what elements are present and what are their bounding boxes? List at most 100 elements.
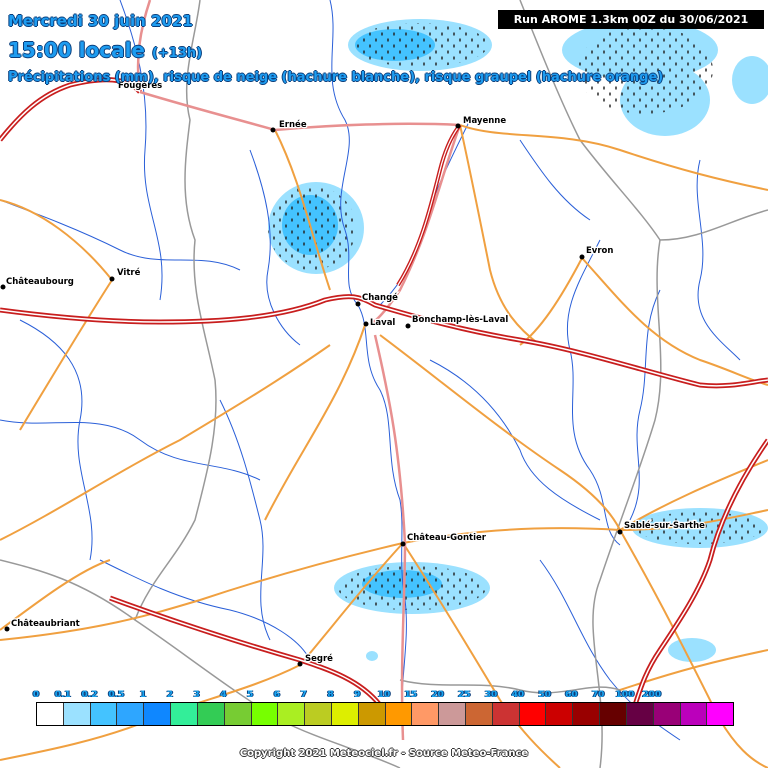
legend-swatch [519,703,547,725]
legend-tick-label: 8 [327,690,334,700]
city-dot [355,301,361,307]
legend-swatch [546,703,574,725]
river [519,139,591,221]
legend-tick-label: 15 [404,690,418,700]
road [379,334,621,531]
legend-tick-label: 25 [458,690,471,700]
river [696,159,741,361]
city-dot [455,123,461,129]
road [459,124,541,346]
legend-swatch [117,703,145,725]
river [0,199,241,271]
legend-swatch [251,703,279,725]
legend-swatch [37,703,64,725]
precip-zone [732,56,768,104]
legend-tick-label: 3 [193,690,200,700]
legend-tick-label: 2 [166,690,173,700]
city-label: Evron [586,246,613,256]
model-run-label: Run AROME 1.3km 00Z du 30/06/2021 [498,10,764,29]
legend-swatch [331,703,359,725]
legend-tick-label: 5 [247,690,254,700]
legend-swatch [90,703,118,725]
legend-tick-label: 20 [431,690,444,700]
legend-swatch [680,703,708,725]
road [581,257,768,386]
legend-swatch [385,703,413,725]
legend-swatch [626,703,654,725]
legend-swatch [278,703,306,725]
legend-swatch [63,703,91,725]
road [19,279,113,431]
forecast-time: 15:00 locale (+13h) [8,38,202,62]
city-label: Sablé-sur-Sarthe [624,520,705,531]
legend-swatch [653,703,681,725]
map-canvas: Ernée Mayenne Fougères Evron Châteaubour… [0,0,768,768]
legend-tick-label: 10 [377,690,391,700]
legend-tick-label: 200 [642,690,662,700]
road [373,334,407,741]
city-label: Bonchamp-lès-Laval [412,314,508,325]
legend-tick-label: 40 [511,690,525,700]
legend-tick-label: 70 [591,690,605,700]
legend-tick-label: 0.1 [54,690,71,700]
copyright: Copyright 2021 Meteociel.fr - Source Met… [239,748,529,759]
forecast-date: Mercredi 30 juin 2021 [8,12,193,30]
river [219,399,271,641]
road [0,344,331,541]
weather-map: Ernée Mayenne Fougères Evron Châteaubour… [0,0,768,768]
city-label: Châteaubriant [11,619,80,629]
legend-tick-label: 4 [220,690,227,700]
legend-tick-label: 30 [484,690,498,700]
legend-swatch [358,703,386,725]
city-label: Segré [305,653,333,664]
legend-tick-label: 1 [139,690,147,700]
city-dot [109,276,115,282]
legend-tick-label: 0.5 [108,690,125,700]
city-label: Laval [370,318,395,328]
legend-swatch [600,703,627,725]
city-label: Changé [362,292,398,303]
legend-swatch [197,703,225,725]
city-dot [297,661,303,667]
city-label: Châteaubourg [6,277,74,287]
city-dot [363,321,369,327]
city-dot [579,254,585,260]
legend-swatch [573,703,601,725]
precip-zone [668,638,716,662]
river [429,359,601,521]
city-label: Mayenne [463,116,506,126]
road [519,257,583,346]
city-label: Château-Gontier [407,533,487,543]
road [459,124,768,191]
legend-tick-label: 100 [615,690,635,700]
map-subtitle: Précipitations (mm), risque de neige (ha… [8,70,664,85]
city-dot [405,323,411,329]
city-label: Ernée [279,119,307,130]
precip-zone [366,651,378,661]
city-dot [270,127,276,133]
legend-swatch [412,703,440,725]
forecast-time-value: 15:00 locale [8,38,145,62]
secondary-roads [0,124,768,768]
river [0,419,261,481]
legend-swatch [171,703,198,725]
legend-tick-label: 7 [300,690,307,700]
legend-swatch [466,703,493,725]
legend-tick-label: 50 [538,690,551,700]
legend-swatch [707,703,734,725]
legend-swatch [144,703,172,725]
river [566,239,621,546]
legend-tick-label: 60 [565,690,578,700]
city-dot [0,284,6,290]
river [379,119,471,306]
legend-swatch [492,703,520,725]
legend-swatch [439,703,466,725]
city-dot [617,529,623,535]
legend-tick-label: 9 [354,690,361,700]
legend-tick-label: 6 [273,690,281,700]
city-label: Vitré [117,267,141,278]
legend-tick-label: 0.2 [81,690,98,700]
precipitation-legend [36,702,734,726]
legend-swatch [224,703,252,725]
city-dot [400,541,406,547]
